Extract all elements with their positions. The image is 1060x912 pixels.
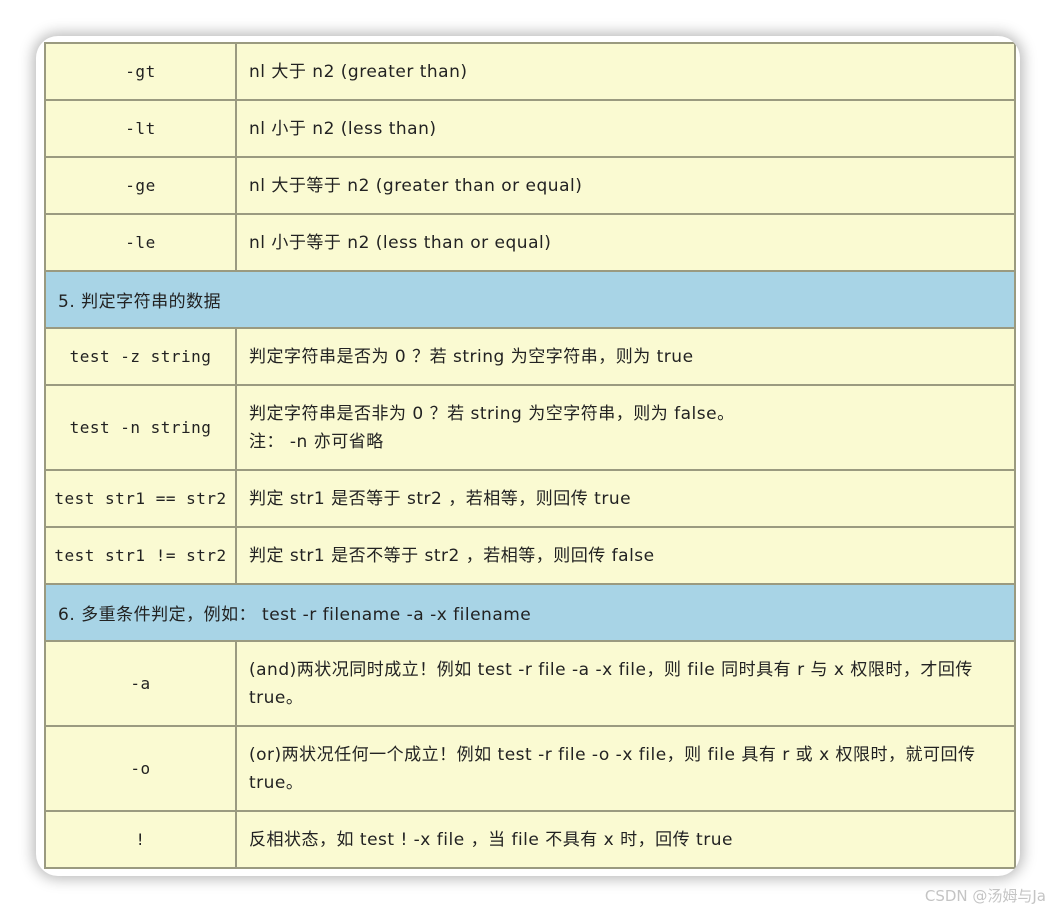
section-header-row: 6. 多重条件判定，例如： test -r filename -a -x fil… (44, 583, 1016, 642)
operator-cell: -le (44, 213, 237, 272)
table-row: test str1 != str2 判定 str1 是否不等于 str2 ，若相… (44, 526, 1016, 585)
table-row: ! 反相状态，如 test ! -x file ，当 file 不具有 x 时，… (44, 810, 1016, 869)
description-cell: nl 大于等于 n2 (greater than or equal) (235, 156, 1016, 215)
operator-cell: -gt (44, 42, 237, 101)
operator-cell: test str1 != str2 (44, 526, 237, 585)
table-row: test -z string 判定字符串是否为 0 ？若 string 为空字符… (44, 327, 1016, 386)
section-header-row: 5. 判定字符串的数据 (44, 270, 1016, 329)
operator-cell: -a (44, 640, 237, 727)
section-title: 6. 多重条件判定，例如： test -r filename -a -x fil… (44, 583, 1016, 642)
table-row: test -n string 判定字符串是否非为 0 ？若 string 为空字… (44, 384, 1016, 471)
test-operators-table: -gt nl 大于 n2 (greater than) -lt nl 小于 n2… (44, 42, 1016, 869)
table-row: -lt nl 小于 n2 (less than) (44, 99, 1016, 158)
description-cell: (and)两状况同时成立！例如 test -r file -a -x file，… (235, 640, 1016, 727)
description-cell: nl 小于 n2 (less than) (235, 99, 1016, 158)
description-line: 判定字符串是否非为 0 ？若 string 为空字符串，则为 false。 (249, 403, 735, 424)
document-frame: -gt nl 大于 n2 (greater than) -lt nl 小于 n2… (36, 36, 1020, 876)
description-cell: nl 小于等于 n2 (less than or equal) (235, 213, 1016, 272)
operator-cell: ! (44, 810, 237, 869)
table-row: -o (or)两状况任何一个成立！例如 test -r file -o -x f… (44, 725, 1016, 812)
description-cell: nl 大于 n2 (greater than) (235, 42, 1016, 101)
section-title: 5. 判定字符串的数据 (44, 270, 1016, 329)
table-row: -a (and)两状况同时成立！例如 test -r file -a -x fi… (44, 640, 1016, 727)
operator-cell: -o (44, 725, 237, 812)
description-cell: 反相状态，如 test ! -x file ，当 file 不具有 x 时，回传… (235, 810, 1016, 869)
description-cell: 判定字符串是否非为 0 ？若 string 为空字符串，则为 false。 注：… (235, 384, 1016, 471)
description-cell: 判定 str1 是否不等于 str2 ，若相等，则回传 false (235, 526, 1016, 585)
table-row: -gt nl 大于 n2 (greater than) (44, 42, 1016, 101)
csdn-watermark: CSDN @汤姆与Ja (924, 887, 1046, 905)
description-cell: 判定 str1 是否等于 str2 ，若相等，则回传 true (235, 469, 1016, 528)
table-row: test str1 == str2 判定 str1 是否等于 str2 ，若相等… (44, 469, 1016, 528)
operator-cell: -lt (44, 99, 237, 158)
description-cell: 判定字符串是否为 0 ？若 string 为空字符串，则为 true (235, 327, 1016, 386)
description-note: 注： -n 亦可省略 (249, 431, 384, 452)
operator-cell: test -n string (44, 384, 237, 471)
operator-cell: test str1 == str2 (44, 469, 237, 528)
operator-cell: -ge (44, 156, 237, 215)
table-row: -le nl 小于等于 n2 (less than or equal) (44, 213, 1016, 272)
operator-cell: test -z string (44, 327, 237, 386)
table-row: -ge nl 大于等于 n2 (greater than or equal) (44, 156, 1016, 215)
description-cell: (or)两状况任何一个成立！例如 test -r file -o -x file… (235, 725, 1016, 812)
